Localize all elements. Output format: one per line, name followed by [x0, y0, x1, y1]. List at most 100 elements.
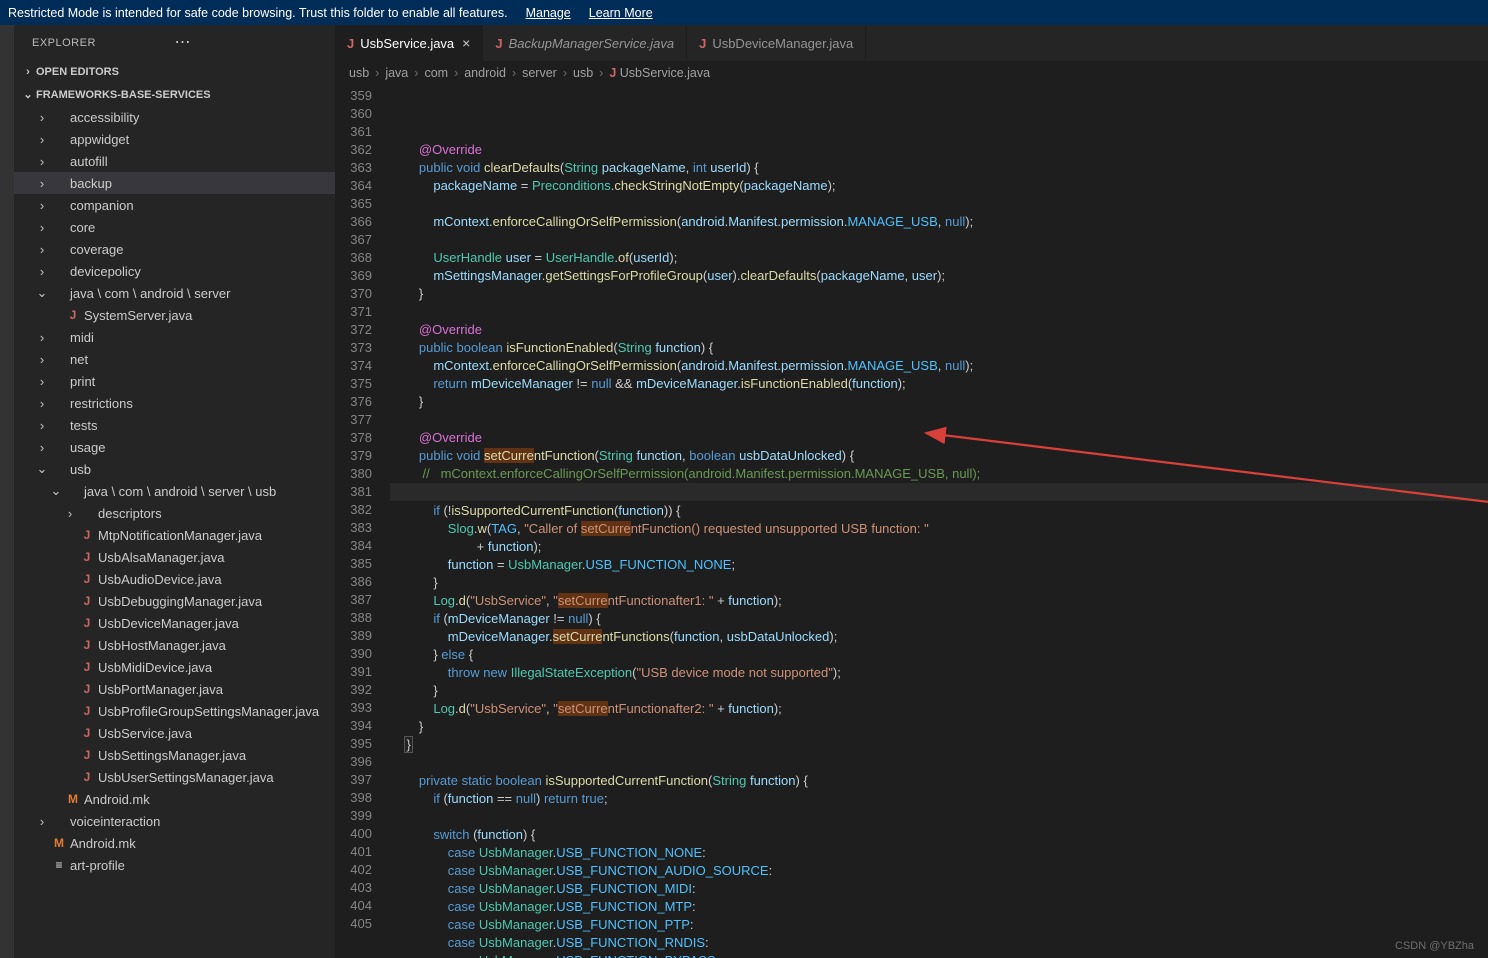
folder-item[interactable]: ›restrictions: [14, 392, 335, 414]
folder-item[interactable]: ›print: [14, 370, 335, 392]
code-line[interactable]: case UsbManager.USB_FUNCTION_NONE:: [390, 844, 1488, 862]
file-item[interactable]: JUsbProfileGroupSettingsManager.java: [14, 700, 335, 722]
folder-item[interactable]: ›appwidget: [14, 128, 335, 150]
folder-item[interactable]: ›midi: [14, 326, 335, 348]
code-line[interactable]: if (mDeviceManager != null) {: [390, 610, 1488, 628]
breadcrumb-item[interactable]: usb: [573, 66, 593, 80]
file-item[interactable]: JUsbDeviceManager.java: [14, 612, 335, 634]
folder-item[interactable]: ›autofill: [14, 150, 335, 172]
open-editors-section[interactable]: › OPEN EDITORS: [14, 60, 335, 83]
code-line[interactable]: public void clearDefaults(String package…: [390, 159, 1488, 177]
code-line[interactable]: }: [390, 718, 1488, 736]
code-line[interactable]: switch (function) {: [390, 826, 1488, 844]
editor-tab[interactable]: JBackupManagerService.java: [483, 25, 687, 61]
code-content[interactable]: @Override public void clearDefaults(Stri…: [390, 85, 1488, 958]
folder-item[interactable]: ›backup: [14, 172, 335, 194]
breadcrumb-item[interactable]: java: [385, 66, 408, 80]
manage-link[interactable]: Manage: [526, 6, 571, 20]
breadcrumb-item[interactable]: com: [424, 66, 448, 80]
code-line[interactable]: return mDeviceManager != null && mDevice…: [390, 375, 1488, 393]
file-item[interactable]: MAndroid.mk: [14, 832, 335, 854]
file-item[interactable]: JUsbHostManager.java: [14, 634, 335, 656]
folder-item[interactable]: ›net: [14, 348, 335, 370]
file-item[interactable]: JUsbMidiDevice.java: [14, 656, 335, 678]
code-line[interactable]: [390, 195, 1488, 213]
folder-item[interactable]: ›usage: [14, 436, 335, 458]
code-line[interactable]: Slog.w(TAG, "Caller of setCurrentFunctio…: [390, 520, 1488, 538]
code-line[interactable]: case UsbManager.USB_FUNCTION_MIDI:: [390, 880, 1488, 898]
code-line[interactable]: function = UsbManager.USB_FUNCTION_NONE;: [390, 556, 1488, 574]
file-item[interactable]: JUsbAudioDevice.java: [14, 568, 335, 590]
code-line[interactable]: private static boolean isSupportedCurren…: [390, 772, 1488, 790]
code-line[interactable]: Log.d("UsbService", "setCurrentFunctiona…: [390, 592, 1488, 610]
folder-item[interactable]: ⌄usb: [14, 458, 335, 480]
code-line[interactable]: case UsbManager.USB_FUNCTION_PTP:: [390, 916, 1488, 934]
code-line[interactable]: case UsbManager.USB_FUNCTION_AUDIO_SOURC…: [390, 862, 1488, 880]
editor-tab[interactable]: JUsbDeviceManager.java: [687, 25, 866, 61]
code-line[interactable]: [390, 483, 1488, 501]
code-line[interactable]: public void setCurrentFunction(String fu…: [390, 447, 1488, 465]
project-section[interactable]: ⌄ FRAMEWORKS-BASE-SERVICES: [14, 83, 335, 106]
code-line[interactable]: packageName = Preconditions.checkStringN…: [390, 177, 1488, 195]
folder-item[interactable]: ⌄java \ com \ android \ server \ usb: [14, 480, 335, 502]
code-line[interactable]: case UsbManager.USB_FUNCTION_MTP:: [390, 898, 1488, 916]
breadcrumb[interactable]: usb›java›com›android›server›usb›J UsbSer…: [335, 61, 1488, 85]
folder-item[interactable]: ⌄java \ com \ android \ server: [14, 282, 335, 304]
file-item[interactable]: JUsbAlsaManager.java: [14, 546, 335, 568]
code-line[interactable]: // mContext.enforceCallingOrSelfPermissi…: [390, 465, 1488, 483]
code-line[interactable]: @Override: [390, 429, 1488, 447]
code-line[interactable]: }: [390, 285, 1488, 303]
code-line[interactable]: case UsbManager.USB_FUNCTION_BYPASS:: [390, 952, 1488, 958]
file-item[interactable]: ≡art-profile: [14, 854, 335, 876]
code-line[interactable]: @Override: [390, 321, 1488, 339]
code-line[interactable]: [390, 231, 1488, 249]
close-icon[interactable]: ×: [462, 35, 470, 51]
file-item[interactable]: MAndroid.mk: [14, 788, 335, 810]
folder-item[interactable]: ›devicepolicy: [14, 260, 335, 282]
file-item[interactable]: JMtpNotificationManager.java: [14, 524, 335, 546]
file-item[interactable]: JUsbUserSettingsManager.java: [14, 766, 335, 788]
breadcrumb-item[interactable]: J UsbService.java: [609, 66, 710, 80]
code-line[interactable]: throw new IllegalStateException("USB dev…: [390, 664, 1488, 682]
file-item[interactable]: JUsbService.java: [14, 722, 335, 744]
file-item[interactable]: JUsbSettingsManager.java: [14, 744, 335, 766]
file-item[interactable]: JUsbDebuggingManager.java: [14, 590, 335, 612]
code-line[interactable]: } else {: [390, 646, 1488, 664]
code-line[interactable]: case UsbManager.USB_FUNCTION_RNDIS:: [390, 934, 1488, 952]
breadcrumb-item[interactable]: server: [522, 66, 557, 80]
learn-more-link[interactable]: Learn More: [589, 6, 653, 20]
code-line[interactable]: + function);: [390, 538, 1488, 556]
code-line[interactable]: [390, 303, 1488, 321]
code-line[interactable]: Log.d("UsbService", "setCurrentFunctiona…: [390, 700, 1488, 718]
code-line[interactable]: [390, 754, 1488, 772]
code-line[interactable]: }: [390, 393, 1488, 411]
folder-item[interactable]: ›descriptors: [14, 502, 335, 524]
code-line[interactable]: }: [390, 682, 1488, 700]
file-tree[interactable]: ›accessibility›appwidget›autofill›backup…: [14, 106, 335, 958]
code-line[interactable]: }: [390, 736, 1488, 754]
code-line[interactable]: [390, 808, 1488, 826]
file-item[interactable]: JSystemServer.java: [14, 304, 335, 326]
code-line[interactable]: mContext.enforceCallingOrSelfPermission(…: [390, 357, 1488, 375]
folder-item[interactable]: ›accessibility: [14, 106, 335, 128]
folder-item[interactable]: ›core: [14, 216, 335, 238]
editor-tab[interactable]: JUsbService.java×: [335, 25, 483, 61]
activity-bar[interactable]: [0, 25, 14, 958]
code-line[interactable]: if (!isSupportedCurrentFunction(function…: [390, 502, 1488, 520]
folder-item[interactable]: ›tests: [14, 414, 335, 436]
code-line[interactable]: [390, 411, 1488, 429]
code-line[interactable]: if (function == null) return true;: [390, 790, 1488, 808]
folder-item[interactable]: ›companion: [14, 194, 335, 216]
folder-item[interactable]: ›coverage: [14, 238, 335, 260]
breadcrumb-item[interactable]: usb: [349, 66, 369, 80]
code-line[interactable]: mDeviceManager.setCurrentFunctions(funct…: [390, 628, 1488, 646]
code-line[interactable]: @Override: [390, 141, 1488, 159]
code-line[interactable]: mSettingsManager.getSettingsForProfileGr…: [390, 267, 1488, 285]
breadcrumb-item[interactable]: android: [464, 66, 506, 80]
folder-item[interactable]: ›voiceinteraction: [14, 810, 335, 832]
code-line[interactable]: }: [390, 574, 1488, 592]
code-line[interactable]: mContext.enforceCallingOrSelfPermission(…: [390, 213, 1488, 231]
file-item[interactable]: JUsbPortManager.java: [14, 678, 335, 700]
code-editor[interactable]: 3593603613623633643653663673683693703713…: [335, 85, 1488, 958]
code-line[interactable]: public boolean isFunctionEnabled(String …: [390, 339, 1488, 357]
